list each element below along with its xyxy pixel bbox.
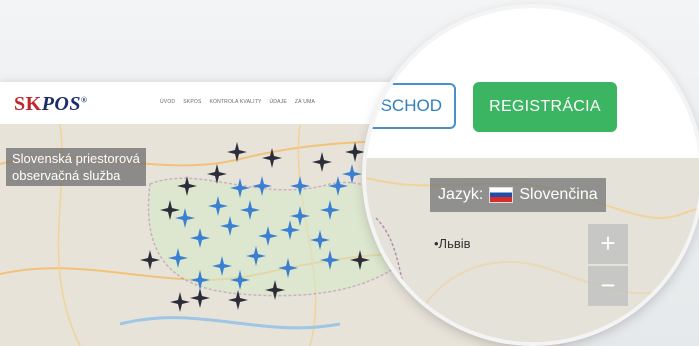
station-marker[interactable]: [278, 258, 298, 278]
station-marker[interactable]: [190, 228, 210, 248]
zoom-out-button[interactable]: −: [588, 266, 628, 306]
station-marker[interactable]: [230, 270, 250, 290]
station-marker[interactable]: [227, 142, 247, 162]
blue-station-markers: [168, 164, 362, 290]
station-marker[interactable]: [310, 230, 330, 250]
station-marker[interactable]: [220, 216, 240, 236]
map-title-line1: Slovenská priestorová: [12, 151, 140, 166]
station-marker[interactable]: [160, 200, 180, 220]
zoom-controls: + −: [588, 224, 628, 308]
nav-item-more[interactable]: ZÁ UMA: [295, 99, 315, 105]
language-selector[interactable]: Jazyk: Slovenčina: [430, 178, 606, 212]
station-marker[interactable]: [175, 208, 195, 228]
skpos-logo[interactable]: SKPOS®: [14, 93, 87, 116]
station-marker[interactable]: [168, 248, 188, 268]
station-marker[interactable]: [140, 250, 160, 270]
language-prefix: Jazyk:: [438, 186, 484, 203]
zoom-in-button[interactable]: +: [588, 224, 628, 264]
nav-item-kontrola[interactable]: KONTROLA KVALITY: [209, 99, 261, 105]
station-marker[interactable]: [265, 280, 285, 300]
map-title-box: Slovenská priestorová observačná služba: [6, 148, 146, 186]
station-marker[interactable]: [228, 290, 248, 310]
station-marker[interactable]: [345, 142, 365, 162]
station-marker[interactable]: [207, 164, 227, 184]
nav-item-uvod[interactable]: ÚVOD: [160, 99, 175, 105]
station-marker[interactable]: [208, 196, 228, 216]
nav-item-udaje[interactable]: ÚDAJE: [270, 99, 287, 105]
station-marker[interactable]: [252, 176, 272, 196]
station-marker[interactable]: [290, 176, 310, 196]
map-title-line2: observačná služba: [12, 168, 121, 183]
station-marker[interactable]: [190, 288, 210, 308]
logo-pos: POS: [41, 93, 81, 115]
station-marker[interactable]: [246, 246, 266, 266]
dark-station-markers: [140, 142, 370, 312]
station-marker[interactable]: [230, 178, 250, 198]
station-marker[interactable]: [320, 250, 340, 270]
language-value: Slovenčina: [519, 186, 598, 203]
station-marker[interactable]: [212, 256, 232, 276]
station-marker[interactable]: [258, 226, 278, 246]
magnified-top-bar: SCHOD REGISTRÁCIA: [366, 8, 699, 159]
station-marker[interactable]: [240, 200, 260, 220]
main-nav: ÚVOD SKPOS KONTROLA KVALITY ÚDAJE ZÁ UMA: [160, 99, 315, 105]
station-marker[interactable]: [262, 148, 282, 168]
station-marker[interactable]: [170, 292, 190, 312]
city-label: •Львів: [434, 236, 471, 251]
login-button[interactable]: SCHOD: [366, 83, 456, 129]
station-marker[interactable]: [342, 164, 362, 184]
station-marker[interactable]: [320, 200, 340, 220]
slovak-flag-icon: [489, 187, 514, 203]
station-marker[interactable]: [312, 152, 332, 172]
nav-item-skpos[interactable]: SKPOS: [183, 99, 201, 105]
logo-registered: ®: [80, 95, 88, 105]
station-marker[interactable]: [177, 176, 197, 196]
logo-sk: SK: [14, 93, 42, 115]
station-marker[interactable]: [328, 176, 348, 196]
station-marker[interactable]: [190, 270, 210, 290]
register-button[interactable]: REGISTRÁCIA: [473, 82, 617, 132]
magnifier-circle: SCHOD REGISTRÁCIA Jazyk: Slovenčina •Льв…: [366, 8, 699, 342]
station-marker[interactable]: [290, 206, 310, 226]
station-marker[interactable]: [280, 220, 300, 240]
